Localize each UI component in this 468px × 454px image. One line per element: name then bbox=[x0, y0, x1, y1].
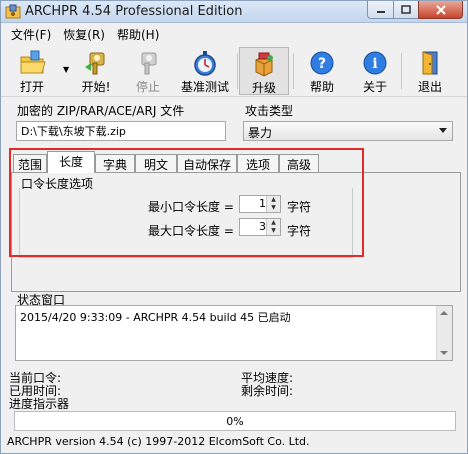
tab-options[interactable]: 选项 bbox=[237, 154, 279, 172]
toolbar-separator bbox=[237, 53, 238, 89]
svg-text:i: i bbox=[372, 56, 377, 72]
max-length-spin-buttons[interactable]: ▲ ▼ bbox=[266, 219, 280, 235]
tab-length[interactable]: 长度 bbox=[47, 151, 95, 173]
menu-file[interactable]: 文件(F) bbox=[5, 26, 57, 43]
stop-label: 停止 bbox=[135, 80, 160, 94]
close-button[interactable] bbox=[418, 1, 463, 19]
max-length-value: 3 bbox=[259, 220, 266, 233]
start-label: 开始! bbox=[81, 80, 111, 94]
benchmark-button[interactable]: 基准测试 bbox=[177, 47, 233, 95]
open-button[interactable]: 打开 bbox=[7, 47, 57, 95]
close-icon bbox=[435, 4, 446, 15]
spin-down-icon[interactable]: ▼ bbox=[267, 227, 280, 235]
spin-down-icon[interactable]: ▼ bbox=[267, 204, 280, 212]
status-log-line: 2015/4/20 9:33:09 - ARCHPR 4.54 build 45… bbox=[20, 311, 291, 324]
tab-autosave[interactable]: 自动保存 bbox=[177, 154, 237, 172]
about-label: 关于 bbox=[362, 80, 387, 94]
tab-dictionary[interactable]: 字典 bbox=[95, 154, 135, 172]
app-window: ARCHPR 4.54 Professional Edition 文件(F) 恢… bbox=[0, 0, 468, 454]
help-button[interactable]: ? 帮助 bbox=[299, 47, 345, 95]
upgrade-label: 升级 bbox=[251, 81, 276, 95]
progress-bar: 0% bbox=[14, 411, 456, 431]
minimize-icon bbox=[376, 10, 385, 13]
toolbar-separator bbox=[401, 53, 402, 89]
attack-type-label: 攻击类型 bbox=[245, 104, 294, 118]
help-label: 帮助 bbox=[309, 80, 334, 94]
toolbar: 打开 ▼ 开始! 停止 基准测试 升级 ? 帮助 i 关于 退出 bbox=[1, 45, 467, 97]
maximize-icon bbox=[401, 5, 411, 14]
help-question-icon: ? bbox=[310, 51, 334, 75]
stop-button[interactable]: 停止 bbox=[125, 47, 171, 95]
exit-label: 退出 bbox=[417, 80, 442, 94]
exit-button[interactable]: 退出 bbox=[407, 47, 453, 95]
svg-text:?: ? bbox=[318, 56, 326, 72]
open-dropdown-arrow-icon[interactable]: ▼ bbox=[63, 65, 69, 74]
stop-keys-icon bbox=[141, 52, 157, 75]
about-button[interactable]: i 关于 bbox=[353, 47, 397, 95]
window-title: ARCHPR 4.54 Professional Edition bbox=[25, 4, 243, 19]
chevron-down-icon bbox=[439, 128, 447, 133]
menu-help[interactable]: 帮助(H) bbox=[111, 26, 165, 43]
attack-type-select[interactable]: 暴力 bbox=[243, 121, 453, 141]
remaining-time-label: 剩余时间: bbox=[241, 384, 294, 398]
menu-bar: 文件(F) 恢复(R) 帮助(H) bbox=[1, 24, 467, 44]
upgrade-button[interactable]: 升级 bbox=[239, 47, 289, 95]
progress-indicator-label: 进度指示器 bbox=[9, 397, 70, 411]
tab-advanced[interactable]: 高级 bbox=[279, 154, 319, 172]
upgrade-box-icon bbox=[255, 52, 273, 77]
spin-up-icon[interactable]: ▲ bbox=[267, 196, 280, 204]
encrypted-file-input[interactable] bbox=[16, 121, 226, 141]
minimize-button[interactable] bbox=[367, 1, 394, 19]
min-length-unit: 字符 bbox=[287, 200, 312, 214]
exit-door-icon bbox=[422, 51, 438, 75]
start-keys-icon bbox=[85, 52, 105, 75]
min-length-value: 1 bbox=[259, 197, 266, 210]
progress-text: 0% bbox=[226, 415, 244, 428]
status-scrollbar[interactable] bbox=[436, 306, 452, 360]
stopwatch-icon bbox=[194, 51, 216, 76]
min-length-label: 最小口令长度 = bbox=[148, 200, 234, 214]
min-length-stepper[interactable]: 1 ▲ ▼ bbox=[239, 195, 281, 213]
max-length-stepper[interactable]: 3 ▲ ▼ bbox=[239, 218, 281, 236]
spin-up-icon[interactable]: ▲ bbox=[267, 219, 280, 227]
open-folder-icon bbox=[20, 50, 46, 74]
encrypted-file-label: 加密的 ZIP/RAR/ACE/ARJ 文件 bbox=[17, 104, 185, 118]
app-icon bbox=[5, 4, 21, 19]
maximize-button[interactable] bbox=[393, 1, 419, 19]
max-length-unit: 字符 bbox=[287, 224, 312, 238]
benchmark-label: 基准测试 bbox=[180, 80, 229, 94]
toolbar-separator bbox=[293, 53, 294, 89]
status-window[interactable]: 2015/4/20 9:33:09 - ARCHPR 4.54 build 45… bbox=[15, 305, 453, 361]
min-length-spin-buttons[interactable]: ▲ ▼ bbox=[266, 196, 280, 212]
title-bar[interactable]: ARCHPR 4.54 Professional Edition bbox=[1, 1, 467, 23]
info-icon: i bbox=[363, 51, 387, 75]
scroll-up-icon[interactable] bbox=[440, 311, 448, 315]
start-button[interactable]: 开始! bbox=[73, 47, 119, 95]
menu-recovery[interactable]: 恢复(R) bbox=[57, 26, 111, 43]
status-bar-text: ARCHPR version 4.54 (c) 1997-2012 ElcomS… bbox=[7, 435, 310, 448]
scroll-down-icon[interactable] bbox=[440, 351, 448, 355]
attack-type-value: 暴力 bbox=[248, 126, 273, 140]
max-length-label: 最大口令长度 = bbox=[148, 224, 234, 238]
tab-plaintext[interactable]: 明文 bbox=[135, 154, 177, 172]
open-label: 打开 bbox=[19, 80, 44, 94]
tab-range[interactable]: 范围 bbox=[13, 154, 47, 172]
